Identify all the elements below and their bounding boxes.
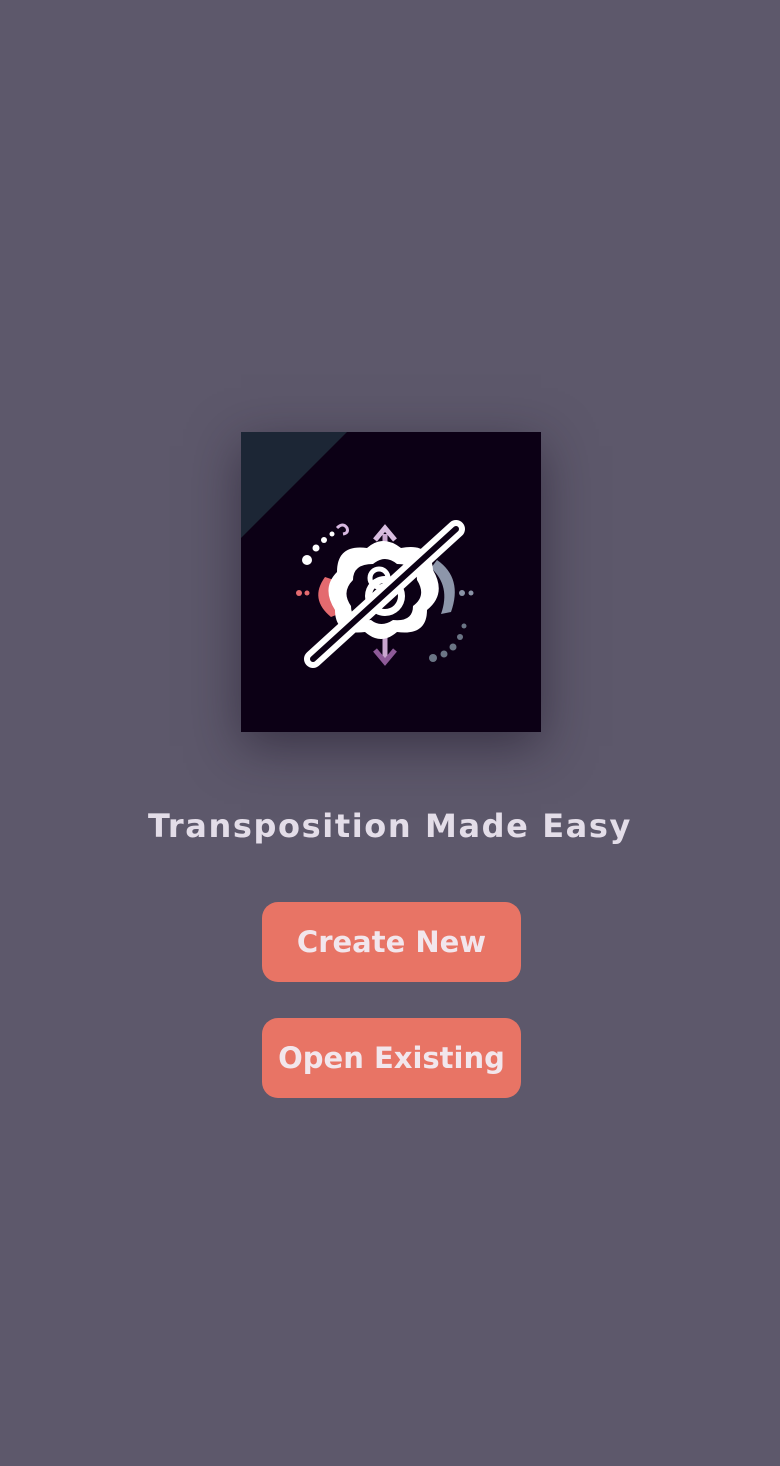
- open-existing-button[interactable]: Open Existing: [262, 1018, 521, 1098]
- create-new-button[interactable]: Create New: [262, 902, 521, 982]
- tagline: Transposition Made Easy: [148, 807, 632, 845]
- transposition-logo-icon: [241, 432, 541, 732]
- app-logo: [241, 432, 541, 732]
